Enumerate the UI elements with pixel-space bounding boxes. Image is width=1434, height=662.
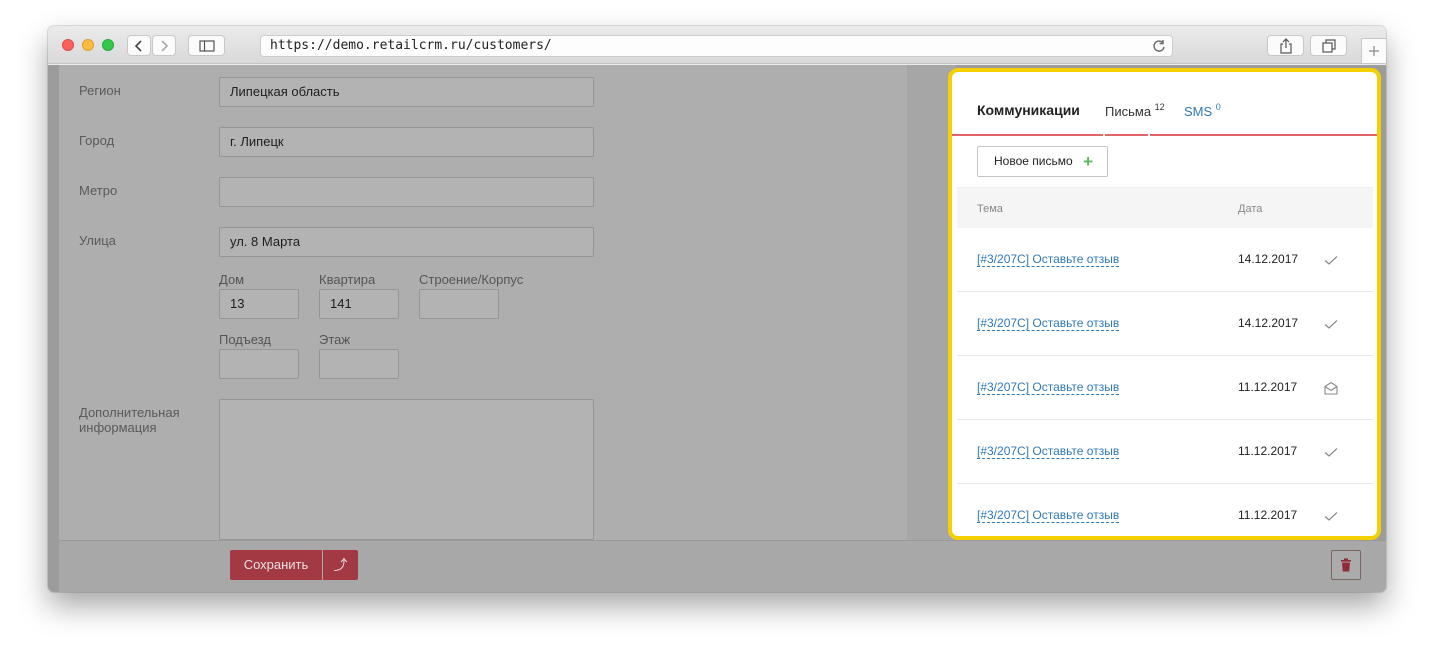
city-label: Город [79,133,115,148]
url-text: https://demo.retailcrm.ru/customers/ [270,38,552,53]
communications-panel: Коммуникации Письма 12 SMS 0 Новое письм… [948,68,1381,540]
save-and-exit-button[interactable]: ⤴ [323,550,358,580]
letter-date: 14.12.2017 [1238,316,1299,330]
table-row: [#3/207C] Оставьте отзыв 11.12.2017 [957,420,1373,484]
tab-divider [1103,132,1105,138]
tab-sms-count: 0 [1215,102,1221,112]
region-input[interactable]: Липецкая область [219,77,594,107]
column-header-subject: Тема [977,203,1003,215]
region-label: Регион [79,83,121,98]
plus-icon [1369,46,1379,56]
new-letter-label: Новое письмо [994,154,1073,168]
reload-icon[interactable] [1152,39,1166,60]
street-input[interactable]: ул. 8 Марта [219,227,594,257]
entrance-input[interactable] [219,349,299,379]
back-button[interactable] [127,35,151,56]
tab-sms-label: SMS [1184,104,1213,119]
sidebar-toggle-button[interactable] [188,35,225,56]
letter-date: 11.12.2017 [1238,444,1298,458]
table-row: [#3/207C] Оставьте отзыв 14.12.2017 [957,292,1373,356]
tabs-overview-button[interactable] [1310,35,1347,56]
chevron-left-icon [134,39,142,52]
letter-subject-link[interactable]: [#3/207C] Оставьте отзыв [977,380,1120,395]
forward-button[interactable] [152,35,176,56]
street-label: Улица [79,233,116,248]
letter-subject-link[interactable]: [#3/207C] Оставьте отзыв [977,252,1120,267]
tab-letters[interactable]: Письма 12 [1105,102,1165,119]
communications-tabs: Коммуникации Письма 12 SMS 0 [952,72,1377,138]
close-window-button[interactable] [62,39,74,51]
metro-label: Метро [79,183,118,198]
building-input[interactable] [419,289,499,319]
tab-divider [1148,132,1150,138]
save-bar: Сохранить ⤴ [59,540,1386,592]
address-bar[interactable]: https://demo.retailcrm.ru/customers/ [260,35,1173,57]
city-input[interactable]: г. Липецк [219,127,594,157]
share-button[interactable] [1267,35,1304,56]
zoom-window-button[interactable] [102,39,114,51]
tabs-icon [1321,38,1336,53]
customer-address-form: Регион Липецкая область Город г. Липецк … [59,65,907,592]
check-icon [1324,320,1338,329]
letter-subject-link[interactable]: [#3/207C] Оставьте отзыв [977,444,1120,459]
letter-date: 14.12.2017 [1238,252,1299,266]
plus-icon: + [1083,152,1093,171]
letter-date: 11.12.2017 [1238,508,1298,522]
entrance-label: Подъезд [219,332,271,347]
apartment-label: Квартира [319,272,376,287]
new-letter-button[interactable]: Новое письмо + [977,146,1108,177]
building-label: Строение/Корпус [419,272,524,287]
browser-toolbar: https://demo.retailcrm.ru/customers/ [48,26,1386,64]
trash-icon [1341,558,1351,572]
table-row: [#3/207C] Оставьте отзыв 11.12.2017 [957,356,1373,420]
save-button[interactable]: Сохранить [230,550,322,580]
tab-letters-label: Письма [1105,104,1152,119]
delete-button[interactable] [1331,550,1361,580]
tab-letters-count: 12 [1154,102,1165,112]
share-icon [1279,37,1292,54]
letters-table-header: Тема Дата [957,187,1373,229]
floor-label: Этаж [319,332,351,347]
new-tab-button[interactable] [1361,38,1386,64]
chevron-right-icon [161,39,169,52]
extra-info-label: Дополнительная информация [79,405,180,435]
house-label: Дом [219,272,245,287]
sidebar-icon [198,39,215,52]
house-input[interactable]: 13 [219,289,299,319]
column-header-date: Дата [1238,203,1263,215]
extra-info-textarea[interactable] [219,399,594,540]
check-icon [1324,256,1338,265]
letter-date: 11.12.2017 [1238,380,1298,394]
tab-sms[interactable]: SMS 0 [1184,102,1221,119]
minimize-window-button[interactable] [82,39,94,51]
tab-communications[interactable]: Коммуникации [977,102,1080,118]
apartment-input[interactable]: 141 [319,289,399,319]
envelope-open-icon [1324,381,1338,395]
letter-subject-link[interactable]: [#3/207C] Оставьте отзыв [977,508,1120,523]
letter-subject-link[interactable]: [#3/207C] Оставьте отзыв [977,316,1120,331]
arrow-up-icon: ⤴ [333,557,348,573]
table-row: [#3/207C] Оставьте отзыв 11.12.2017 [957,484,1373,536]
metro-input[interactable] [219,177,594,207]
check-icon [1324,448,1338,457]
floor-input[interactable] [319,349,399,379]
table-row: [#3/207C] Оставьте отзыв 14.12.2017 [957,228,1373,292]
check-icon [1324,512,1338,521]
